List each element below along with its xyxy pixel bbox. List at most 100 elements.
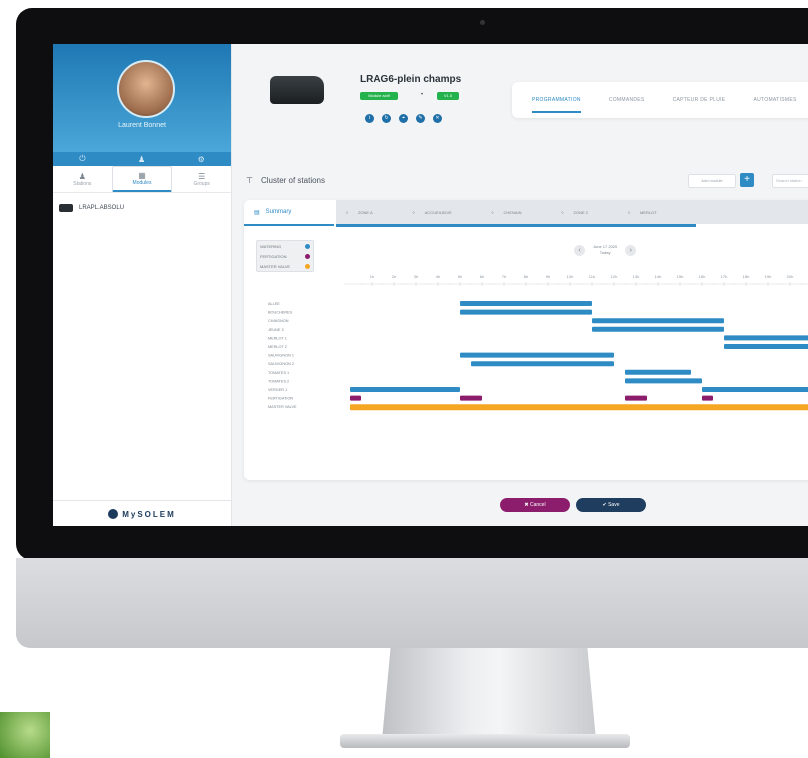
tab-automatismes[interactable]: AUTOMATISMES	[753, 97, 796, 103]
hour-tick-label: 9h	[546, 274, 550, 279]
tab-zone[interactable]: ◊ CHENAIN	[492, 210, 522, 215]
hour-tick-label: 12h	[611, 274, 618, 279]
add-button[interactable]: +	[740, 173, 754, 187]
sidebar-item-device[interactable]: LRAPL.ABSOLU	[59, 204, 124, 212]
gantt-bar	[625, 378, 702, 384]
cluster-title: Cluster of stations	[260, 176, 325, 185]
save-button[interactable]: ✔ Save	[576, 498, 646, 512]
tab-zone[interactable]: ◊ ZONE 2	[562, 210, 588, 215]
row-label: VERGER 1	[268, 388, 287, 392]
date-display: June 17 2020 Today	[593, 244, 617, 256]
gantt-bar	[460, 309, 592, 315]
profile-header: Laurent Bonnet	[53, 44, 231, 152]
info-icon[interactable]: i	[365, 114, 374, 123]
tab-programmation[interactable]: PROGRAMMATION	[532, 97, 581, 113]
tab-groups[interactable]: ☰ Groups	[172, 166, 231, 192]
calendar-icon: ▤	[254, 209, 260, 216]
gantt-bar	[350, 404, 808, 411]
monitor-stand	[382, 648, 596, 740]
cancel-button[interactable]: ✖ Cancel	[500, 498, 570, 512]
user-icon[interactable]: ♟	[138, 155, 145, 164]
hour-tick-label: 6h	[480, 274, 484, 279]
separator: •	[421, 92, 424, 98]
zone-label: MERLOT	[639, 209, 657, 215]
cluster-icon: ⊤	[246, 176, 253, 185]
device-label: LRAPL.ABSOLU	[79, 205, 125, 211]
tab-zone[interactable]: ◊ ACCUEILBOIS	[413, 210, 452, 215]
row-label: MASTER VALVE	[268, 405, 297, 409]
tab-summary[interactable]: ▤ Summary	[244, 200, 334, 226]
hour-tick-label: 7h	[502, 274, 506, 279]
legend-label: WATERING	[260, 243, 282, 249]
refresh-icon[interactable]: ↻	[382, 114, 391, 123]
gantt-chart: 1h 2h 3h 4h 5h 6h 7h 8h 9h 10h 11h 12h 13h 14h 15h 16h 1…	[268, 274, 808, 411]
drop-icon: ◊	[561, 209, 564, 215]
person-icon: ♟	[78, 171, 86, 181]
hour-tick-label: 11h	[589, 274, 595, 279]
gantt-bar	[350, 395, 361, 401]
logout-icon[interactable]: ⏻	[79, 154, 85, 164]
search-input[interactable]: Search station	[772, 174, 808, 188]
hour-tick-label: 14h	[655, 274, 662, 279]
tab-commandes[interactable]: COMMANDES	[609, 97, 645, 103]
row-label: MERLOT 1	[268, 336, 287, 340]
gantt-bar	[460, 395, 482, 401]
row-label: SAUVIGNON 2	[268, 362, 294, 366]
hour-tick-label: 15h	[677, 274, 684, 279]
hour-tick-label: 18h	[743, 274, 750, 279]
tab-label: Stations	[73, 180, 92, 187]
drop-icon: ◊	[627, 209, 630, 215]
hour-tick-label: 17h	[721, 274, 728, 279]
tab-zone[interactable]: ◊ ZONE A	[346, 210, 373, 215]
drop-icon: ◊	[346, 209, 348, 215]
row-label: CHAIGNON	[268, 319, 289, 323]
add-module-button[interactable]: Add module	[688, 174, 736, 188]
row-label: SAUVIGNON 1	[268, 354, 294, 358]
hour-tick-label: 5h	[458, 274, 462, 279]
zone-tabs: ◊ ZONE A ◊ ACCUEILBOIS ◊ CHENAIN ◊ ZONE 2 ◊ M…	[336, 200, 808, 224]
device-actions: i ↻ ⌖ ✎ ✕	[365, 114, 442, 123]
legend-label: FERTIGATION	[260, 253, 287, 259]
version-badge: V1.5	[437, 92, 459, 100]
schedule-card: ▤ Summary ◊ ZONE A ◊ ACCUEILBOIS ◊ CHENAIN …	[244, 200, 808, 480]
zone-progress-bar	[336, 224, 696, 227]
tab-label: Modules	[132, 180, 152, 186]
legend-swatch	[305, 253, 310, 259]
top-nav: PROGRAMMATION COMMANDES CAPTEUR DE PLUIE…	[512, 82, 808, 118]
avatar[interactable]	[117, 60, 175, 118]
hour-tick-label: 4h	[436, 274, 440, 279]
monitor-base	[340, 734, 630, 748]
gantt-bar	[724, 344, 808, 349]
main-panel: LRAG6-plein champs Module actif • V1.5 i…	[232, 44, 808, 526]
drop-icon: ◊	[491, 209, 494, 215]
row-label: TOMATES 2	[268, 379, 289, 383]
row-label: JEUNE 3	[268, 328, 284, 332]
app-screen: Laurent Bonnet ⏻ ♟ ⚙ ♟ Stations ▦ Modules …	[53, 44, 808, 526]
tag-icon[interactable]: ⌖	[399, 114, 408, 123]
gantt-bar	[625, 395, 647, 401]
status-badge: Module actif	[360, 92, 398, 100]
tab-stations[interactable]: ♟ Stations	[53, 166, 112, 192]
row-label: MERLOT 2	[268, 345, 287, 349]
gantt-bar	[625, 369, 691, 375]
plant-photo-corner	[0, 712, 50, 758]
device-image	[270, 76, 324, 104]
zone-label: CHENAIN	[503, 209, 522, 215]
next-day-button[interactable]: ›	[625, 244, 637, 256]
gantt-bar	[350, 387, 460, 392]
prev-day-button[interactable]: ‹	[574, 244, 585, 256]
tab-modules[interactable]: ▦ Modules	[111, 166, 173, 192]
settings-icon[interactable]: ⚙	[198, 155, 205, 164]
gantt-bar	[702, 387, 808, 392]
hour-tick-label: 3h	[414, 274, 418, 279]
edit-icon[interactable]: ✎	[416, 114, 425, 123]
gantt-bar	[471, 361, 614, 367]
sidebar: Laurent Bonnet ⏻ ♟ ⚙ ♟ Stations ▦ Modules …	[53, 44, 232, 526]
hour-tick-label: 2h	[392, 274, 396, 279]
summary-label: Summary	[265, 209, 292, 215]
tab-zone[interactable]: ◊ MERLOT	[628, 210, 657, 215]
hour-tick-label: 20h	[787, 274, 794, 279]
delete-icon[interactable]: ✕	[433, 114, 442, 123]
tab-capteur-pluie[interactable]: CAPTEUR DE PLUIE	[673, 97, 726, 103]
gantt-bar	[592, 326, 724, 332]
